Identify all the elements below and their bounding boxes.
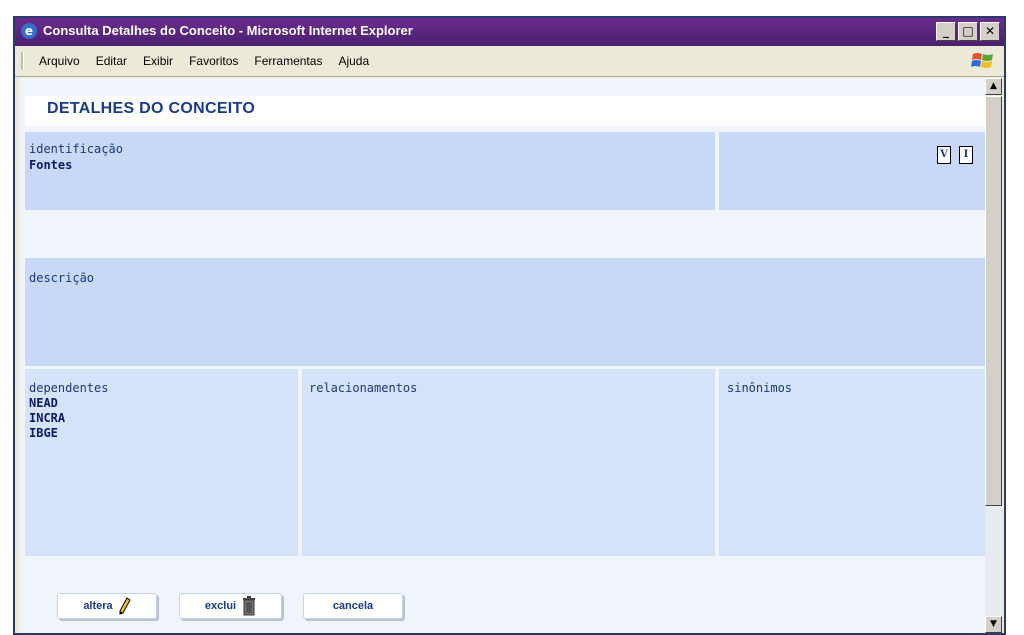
minimize-button[interactable]: _ [936,22,956,41]
menu-item-ajuda[interactable]: Ajuda [336,54,371,68]
exclui-button[interactable]: exclui [179,593,282,619]
maximize-button[interactable]: □ [958,22,978,41]
windows-logo-icon [971,53,993,68]
cancela-button[interactable]: cancela [303,593,403,619]
scroll-up-icon[interactable]: ▲ [985,78,1002,95]
exclui-label: exclui [204,600,237,612]
trash-icon [243,596,256,616]
scroll-thumb[interactable] [985,96,1002,506]
relacionamentos-panel [302,369,715,556]
descricao-label: descrição [29,271,95,285]
altera-label: altera [83,600,113,612]
sinonimos-panel [719,369,985,556]
menu-item-arquivo[interactable]: Arquivo [37,54,82,68]
title-bar: e Consulta Detalhes do Conceito - Micros… [15,18,1004,46]
pencil-icon [119,597,131,615]
window-controls: _ □ ✕ [936,22,1000,41]
descricao-panel [25,258,985,366]
window-title: Consulta Detalhes do Conceito - Microsof… [43,23,413,38]
vertical-scrollbar[interactable]: ▲ ▼ [985,78,1002,633]
menu-item-favoritos[interactable]: Favoritos [187,54,240,68]
page-content: DETALHES DO CONCEITO identificação Fonte… [19,78,985,633]
browser-window: e Consulta Detalhes do Conceito - Micros… [13,16,1006,635]
menu-item-ferramentas[interactable]: Ferramentas [252,54,324,68]
dependentes-label: dependentes [29,381,109,395]
altera-button[interactable]: altera [57,593,157,619]
menu-item-editar[interactable]: Editar [94,54,129,68]
menu-item-exibir[interactable]: Exibir [141,54,175,68]
sinonimos-label: sinônimos [727,381,793,395]
identificacao-side-panel [719,132,985,210]
identificacao-value: Fontes [29,158,73,172]
scroll-down-icon[interactable]: ▼ [985,616,1002,633]
toolbar-grip[interactable] [21,52,24,70]
dependente-item[interactable]: INCRA [29,411,65,425]
dependente-item[interactable]: NEAD [29,396,58,410]
close-button[interactable]: ✕ [980,22,1000,41]
identificacao-panel [25,132,715,210]
document-i-icon[interactable]: I [959,146,973,164]
menu-bar: Arquivo Editar Exibir Favoritos Ferramen… [15,46,1004,77]
dependentes-panel [25,369,298,556]
identificacao-label: identificação [29,142,123,156]
page-title: DETALHES DO CONCEITO [47,100,256,117]
dependente-item[interactable]: IBGE [29,426,58,440]
relacionamentos-label: relacionamentos [309,381,418,395]
ie-icon: e [21,23,37,39]
document-v-icon[interactable]: V [937,146,951,164]
